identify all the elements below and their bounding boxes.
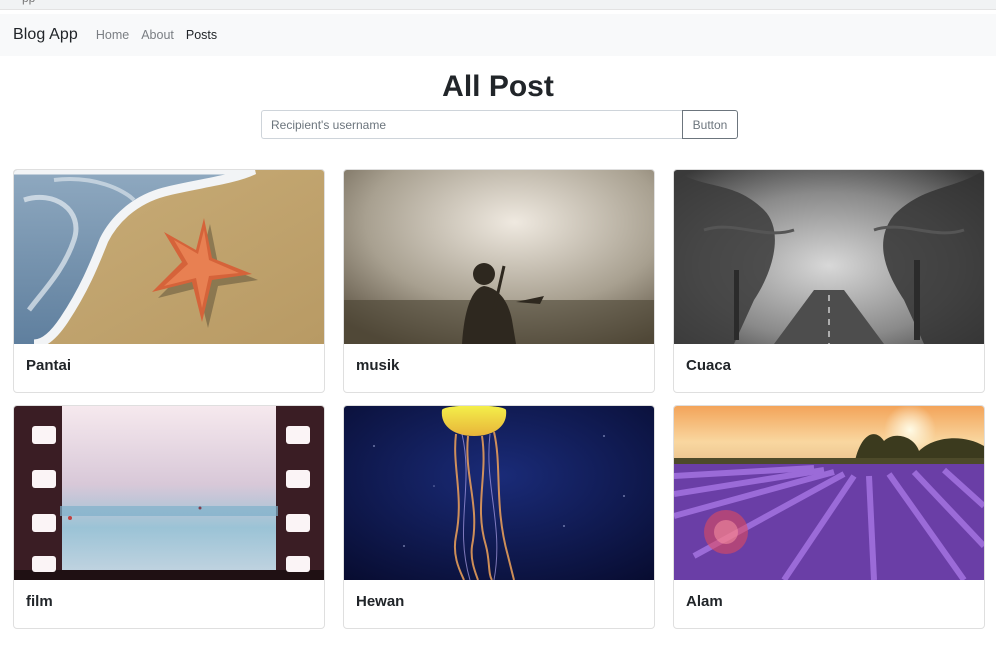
post-image-glowing-jellyfish [344,406,654,580]
navbar: Blog App Home About Posts [0,14,996,56]
browser-tab-strip: pp [0,0,996,10]
post-card[interactable]: Cuaca [673,169,985,393]
tab-title-fragment: pp [22,0,35,5]
post-card[interactable]: Pantai [13,169,325,393]
post-image-foggy-forest-road [674,170,984,344]
post-title: film [26,593,53,610]
post-card[interactable]: Hewan [343,405,655,629]
post-image-film-strip-beach [14,406,324,580]
search-button[interactable]: Button [682,110,738,139]
post-image-guitarist-in-fog [344,170,654,344]
nav-link-home[interactable]: Home [96,28,129,42]
post-title: Cuaca [686,357,732,374]
nav-link-about[interactable]: About [141,28,174,42]
post-title: Alam [686,593,723,610]
post-image-starfish-on-beach [14,170,324,344]
post-title: Pantai [26,357,72,374]
post-title: musik [356,357,400,374]
page-title: All Post [442,70,554,103]
post-title: Hewan [356,593,405,610]
nav-link-posts[interactable]: Posts [186,28,217,42]
post-card[interactable]: film [13,405,325,629]
navbar-brand[interactable]: Blog App [13,26,78,44]
search-input[interactable] [261,110,682,139]
search-group: Button [261,110,738,139]
post-card[interactable]: musik [343,169,655,393]
post-image-lavender-field-sunset [674,406,984,580]
post-card[interactable]: Alam [673,405,985,629]
